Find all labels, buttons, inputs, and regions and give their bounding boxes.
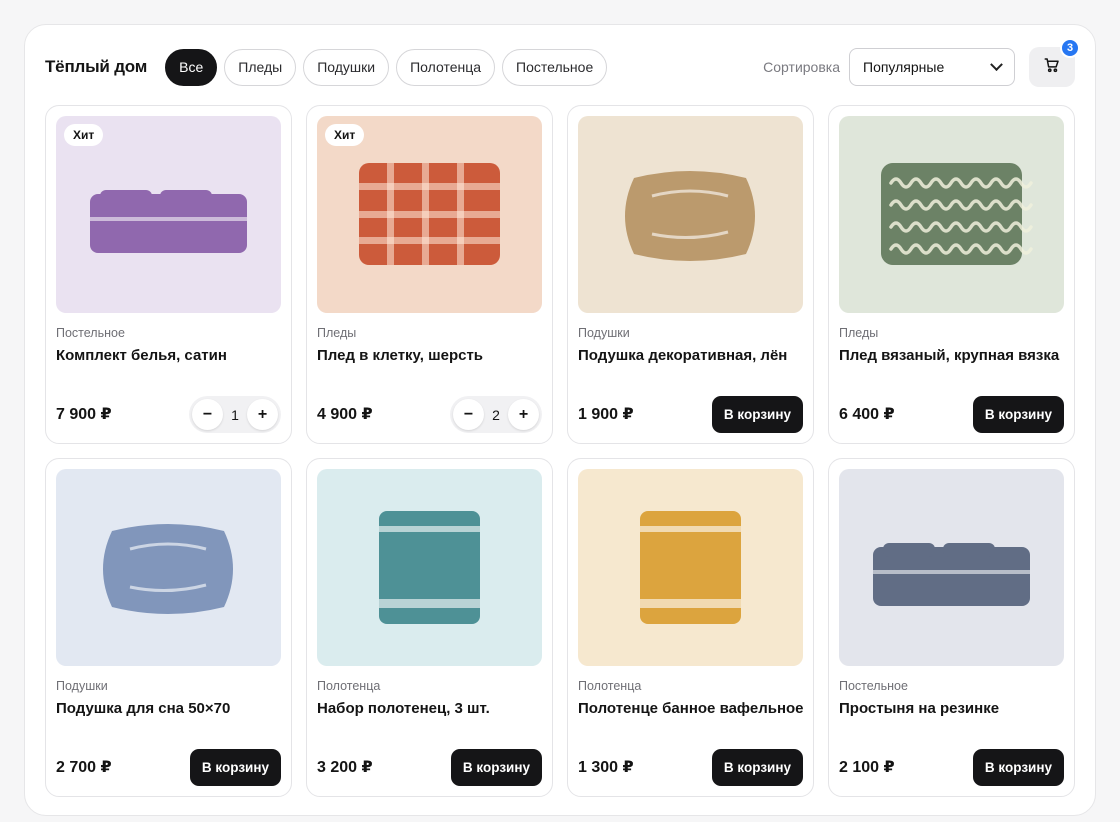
product-card[interactable]: Подушки Подушка для сна 50×70 2 700 ₽ В к…: [45, 458, 292, 797]
product-card[interactable]: Хит Постельное Комплект белья, сатин 7 9…: [45, 105, 292, 444]
product-title[interactable]: Плед вязаный, крупная вязка: [839, 347, 1067, 364]
add-to-cart-button[interactable]: В корзину: [711, 396, 803, 433]
quantity-stepper: − 1 +: [189, 396, 281, 433]
product-price: 6 400 ₽: [839, 406, 895, 423]
product-title[interactable]: Полотенце банное вафельное: [578, 700, 806, 717]
increment-button[interactable]: +: [246, 399, 278, 430]
product-card[interactable]: Пледы Плед вязаный, крупная вязка 6 400 …: [828, 105, 1075, 444]
add-to-cart-button[interactable]: В корзину: [972, 749, 1064, 786]
hit-badge: Хит: [64, 124, 104, 146]
product-title[interactable]: Комплект белья, сатин: [56, 347, 284, 364]
product-price: 2 700 ₽: [56, 759, 112, 776]
product-image[interactable]: [839, 116, 1064, 313]
product-image[interactable]: [578, 116, 803, 313]
product-price: 1 300 ₽: [578, 759, 634, 776]
brand-title: Тёплый дом: [45, 57, 148, 76]
product-category: Подушки: [578, 326, 630, 340]
product-category: Полотенца: [578, 679, 642, 693]
add-to-cart-button[interactable]: В корзину: [711, 749, 803, 786]
hit-badge: Хит: [325, 124, 365, 146]
cart-icon: [1043, 56, 1061, 79]
product-image[interactable]: [839, 469, 1064, 666]
product-title[interactable]: Набор полотенец, 3 шт.: [317, 700, 545, 717]
filter-chip[interactable]: Подушки: [303, 48, 390, 86]
product-category: Пледы: [317, 326, 357, 340]
cart-button[interactable]: 3: [1029, 38, 1080, 87]
sort-select[interactable]: Популярные: [849, 48, 1015, 86]
filter-chip[interactable]: Постельное: [502, 48, 608, 86]
product-price: 1 900 ₽: [578, 406, 634, 423]
cart-count-badge: 3: [1060, 38, 1080, 58]
product-card[interactable]: Полотенца Набор полотенец, 3 шт. 3 200 ₽…: [306, 458, 553, 797]
product-card[interactable]: Хит Пледы Плед в клетку, шерсть 4 900 ₽ …: [306, 105, 553, 444]
quantity-value: 2: [492, 406, 500, 423]
product-image[interactable]: Хит: [317, 116, 542, 313]
product-price: 7 900 ₽: [56, 406, 112, 423]
product-title[interactable]: Подушка декоративная, лён: [578, 347, 806, 364]
add-to-cart-button[interactable]: В корзину: [450, 749, 542, 786]
product-title[interactable]: Простыня на резинке: [839, 700, 1067, 717]
decrement-button[interactable]: −: [453, 399, 484, 430]
category-filters: Все Пледы Подушки Полотенца Постельное: [165, 48, 608, 86]
product-price: 2 100 ₽: [839, 759, 895, 776]
product-category: Пледы: [839, 326, 879, 340]
quantity-stepper: − 2 +: [450, 396, 542, 433]
product-image[interactable]: [578, 469, 803, 666]
filter-chip[interactable]: Все: [165, 48, 218, 86]
product-image[interactable]: Хит: [56, 116, 281, 313]
quantity-value: 1: [231, 406, 239, 423]
product-price: 3 200 ₽: [317, 759, 373, 776]
product-image[interactable]: [317, 469, 542, 666]
product-category: Подушки: [56, 679, 108, 693]
filter-chip[interactable]: Полотенца: [396, 48, 496, 86]
increment-button[interactable]: +: [507, 399, 539, 430]
product-category: Полотенца: [317, 679, 381, 693]
add-to-cart-button[interactable]: В корзину: [189, 749, 281, 786]
product-card[interactable]: Постельное Простыня на резинке 2 100 ₽ В …: [828, 458, 1075, 797]
product-category: Постельное: [839, 679, 908, 693]
product-category: Постельное: [56, 326, 125, 340]
product-card[interactable]: Подушки Подушка декоративная, лён 1 900 …: [567, 105, 814, 444]
product-title[interactable]: Подушка для сна 50×70: [56, 700, 284, 717]
decrement-button[interactable]: −: [192, 399, 223, 430]
sort-label: Сортировка: [763, 59, 840, 75]
toolbar: Тёплый дом Все Пледы Подушки Полотенца Посте…: [45, 38, 1080, 87]
product-title[interactable]: Плед в клетку, шерсть: [317, 347, 545, 364]
product-image[interactable]: [56, 469, 281, 666]
product-price: 4 900 ₽: [317, 406, 373, 423]
shop-panel: Тёплый дом Все Пледы Подушки Полотенца Посте…: [24, 24, 1096, 816]
chevron-down-icon: [990, 57, 1003, 71]
add-to-cart-button[interactable]: В корзину: [972, 396, 1064, 433]
product-grid: Хит Постельное Комплект белья, сатин 7 9…: [45, 105, 1077, 797]
sort-selected-value: Популярные: [863, 59, 945, 75]
filter-chip[interactable]: Пледы: [224, 48, 297, 86]
product-card[interactable]: Полотенца Полотенце банное вафельное 1 3…: [567, 458, 814, 797]
